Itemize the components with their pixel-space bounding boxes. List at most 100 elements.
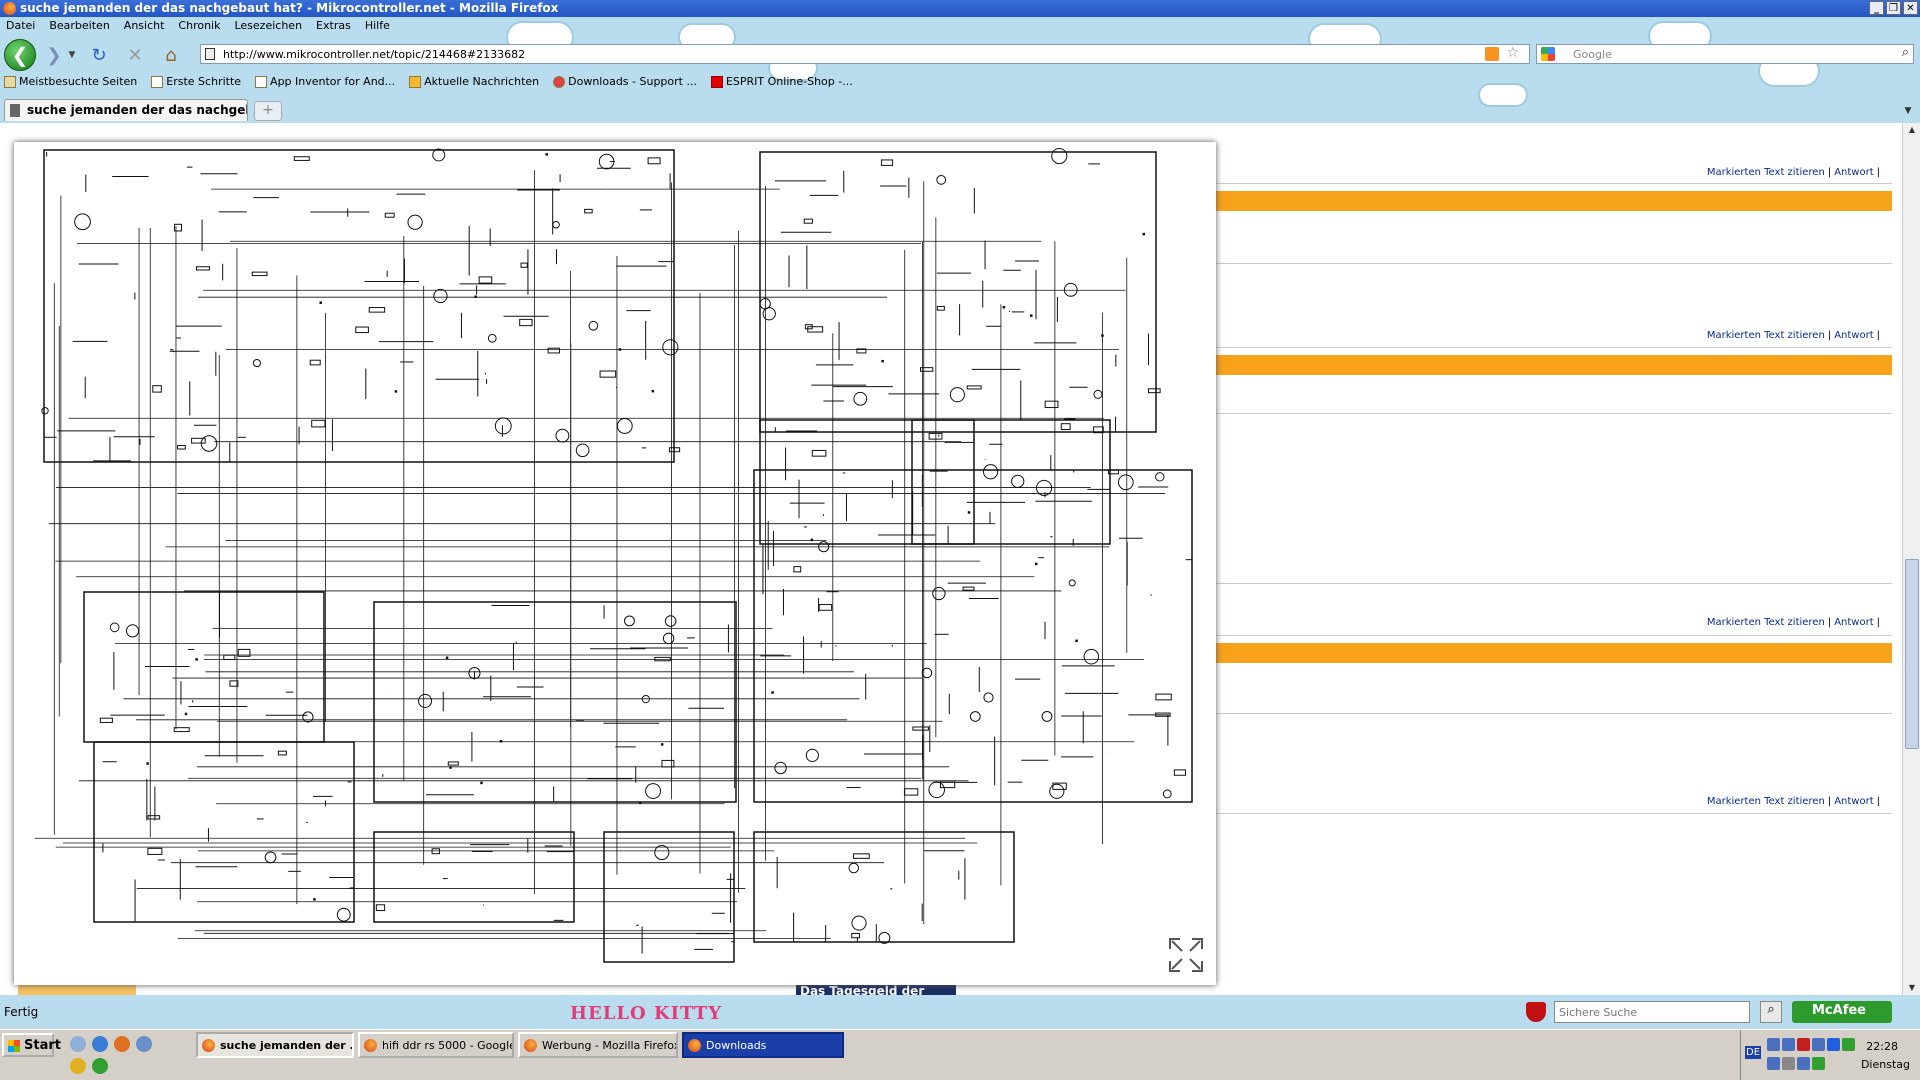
- start-button[interactable]: Start: [2, 1033, 61, 1057]
- firefox-icon: [688, 1039, 701, 1052]
- quicklaunch-icon[interactable]: [92, 1058, 108, 1074]
- reload-icon[interactable]: ↻: [86, 42, 112, 68]
- menu-hilfe[interactable]: Hilfe: [363, 19, 392, 32]
- page-identity-icon[interactable]: [205, 48, 215, 60]
- menu-bearbeiten[interactable]: Bearbeiten: [47, 19, 111, 32]
- all-tabs-dropdown-icon[interactable]: ▼: [1900, 103, 1916, 119]
- bookmark-item[interactable]: Downloads - Support ...: [553, 75, 697, 88]
- divider: |: [1827, 796, 1832, 807]
- circuit-schematic-image: [34, 147, 1193, 963]
- quote-link[interactable]: Markierten Text zitieren: [1707, 167, 1825, 178]
- quote-link[interactable]: Markierten Text zitieren: [1707, 330, 1825, 341]
- esprit-icon: [710, 75, 723, 88]
- taskbar-item-google[interactable]: hifi ddr rs 5000 - Google-...: [358, 1032, 514, 1058]
- fullscreen-icon[interactable]: [1168, 937, 1204, 973]
- post-divider: [1216, 583, 1892, 584]
- tray-icon[interactable]: [1797, 1038, 1810, 1051]
- reply-link[interactable]: Antwort: [1834, 617, 1873, 628]
- post-divider: [1216, 413, 1892, 414]
- ie-icon[interactable]: [92, 1036, 108, 1052]
- scroll-up-icon[interactable]: ▲: [1905, 123, 1919, 137]
- reply-link[interactable]: Antwort: [1834, 330, 1873, 341]
- tray-icons: [1767, 1038, 1857, 1074]
- maximize-button[interactable]: ❐: [1886, 1, 1901, 15]
- google-engine-icon[interactable]: [1541, 47, 1555, 61]
- theme-logo: HELLO KITTY: [570, 1003, 723, 1024]
- scrollbar-thumb[interactable]: [1905, 559, 1919, 749]
- stop-icon[interactable]: ✕: [122, 42, 148, 68]
- page-icon: [151, 75, 164, 88]
- favicon: [10, 104, 20, 117]
- windows-taskbar: Start suche jemanden der ... hifi ddr rs…: [0, 1029, 1920, 1080]
- bookmark-item[interactable]: App Inventor for And...: [255, 75, 395, 88]
- firefox-icon: [364, 1039, 377, 1052]
- scroll-down-icon[interactable]: ▼: [1905, 981, 1919, 995]
- divider: |: [1827, 617, 1832, 628]
- quote-link[interactable]: Markierten Text zitieren: [1707, 617, 1825, 628]
- windows-logo-icon: [8, 1040, 20, 1052]
- mcafee-button[interactable]: McAfee: [1792, 1001, 1892, 1023]
- back-button[interactable]: ❮: [4, 39, 36, 71]
- forward-button[interactable]: ❯: [40, 42, 68, 68]
- tray-icon[interactable]: [1812, 1057, 1825, 1070]
- quicklaunch-icon[interactable]: [70, 1058, 86, 1074]
- post-divider: [1216, 347, 1892, 348]
- web-search-box[interactable]: Google ⌕: [1536, 44, 1914, 64]
- bookmark-item[interactable]: Erste Schritte: [151, 75, 241, 88]
- bluetooth-icon[interactable]: [1827, 1038, 1840, 1051]
- url-bar[interactable]: http://www.mikrocontroller.net/topic/214…: [200, 44, 1530, 64]
- rss-feed-icon[interactable]: [1485, 47, 1499, 61]
- home-icon[interactable]: ⌂: [158, 42, 184, 68]
- quote-link[interactable]: Markierten Text zitieren: [1707, 796, 1825, 807]
- show-desktop-icon[interactable]: [70, 1036, 86, 1052]
- taskbar-item-forum[interactable]: suche jemanden der ...: [196, 1032, 354, 1058]
- post-divider: [1216, 713, 1892, 714]
- taskbar-item-werbung[interactable]: Werbung - Mozilla Firefox: [518, 1032, 678, 1058]
- tray-icon[interactable]: [1812, 1038, 1825, 1051]
- task-label: Werbung - Mozilla Firefox: [542, 1039, 678, 1052]
- menu-extras[interactable]: Extras: [314, 19, 353, 32]
- volume-icon[interactable]: [1782, 1057, 1795, 1070]
- bookmark-item[interactable]: ESPRIT Online-Shop -...: [710, 75, 853, 88]
- reply-link[interactable]: Antwort: [1834, 796, 1873, 807]
- bookmark-item[interactable]: Meistbesuchte Seiten: [4, 75, 137, 88]
- post-actions: Markierten Text zitieren | Antwort |: [1707, 796, 1883, 807]
- bookmark-star-icon[interactable]: ☆: [1506, 45, 1519, 61]
- taskbar-item-downloads[interactable]: Downloads: [682, 1032, 844, 1058]
- task-label: suche jemanden der ...: [220, 1039, 354, 1052]
- bookmarks-toolbar: Meistbesuchte Seiten Erste Schritte App …: [4, 75, 853, 88]
- close-window-button[interactable]: ✕: [1903, 1, 1918, 15]
- tray-icon[interactable]: [1767, 1057, 1780, 1070]
- safe-search-input[interactable]: Sichere Suche: [1554, 1001, 1750, 1023]
- tray-icon[interactable]: [1797, 1057, 1810, 1070]
- new-tab-button[interactable]: +: [254, 101, 282, 121]
- menu-lesezeichen[interactable]: Lesezeichen: [232, 19, 304, 32]
- bookmark-item[interactable]: Aktuelle Nachrichten: [409, 75, 539, 88]
- tray-icon[interactable]: [1767, 1038, 1780, 1051]
- rss-feed-icon: [409, 75, 422, 88]
- safe-search-go-icon[interactable]: ⌕: [1760, 1001, 1782, 1023]
- window-title: suche jemanden der das nachgebaut hat? -…: [20, 1, 559, 15]
- menu-chronik[interactable]: Chronik: [176, 19, 222, 32]
- menu-bar: Datei Bearbeiten Ansicht Chronik Lesezei…: [4, 19, 392, 32]
- tray-icon[interactable]: [1842, 1038, 1855, 1051]
- quicklaunch-icon[interactable]: [136, 1036, 152, 1052]
- mcafee-shield-icon[interactable]: [1526, 1002, 1546, 1022]
- bookmark-icon: [4, 75, 16, 88]
- minimize-button[interactable]: _: [1869, 1, 1884, 15]
- schematic-image-viewer[interactable]: [14, 142, 1216, 985]
- clock-time[interactable]: 22:28: [1866, 1040, 1898, 1053]
- menu-ansicht[interactable]: Ansicht: [122, 19, 167, 32]
- post-header-bar: [1216, 191, 1892, 211]
- language-indicator[interactable]: DE: [1745, 1046, 1762, 1059]
- clock-day: Dienstag: [1860, 1058, 1910, 1071]
- reply-link[interactable]: Antwort: [1834, 167, 1873, 178]
- menu-datei[interactable]: Datei: [4, 19, 37, 32]
- post-header-bar: [1216, 643, 1892, 663]
- page-scrollbar[interactable]: ▲ ▼: [1902, 123, 1920, 995]
- firefox-icon[interactable]: [114, 1036, 130, 1052]
- search-icon[interactable]: ⌕: [1902, 45, 1909, 60]
- tab-forum-thread[interactable]: suche jemanden der das nachgebau...: [4, 99, 248, 121]
- history-dropdown-icon[interactable]: ▼: [66, 42, 78, 68]
- tray-icon[interactable]: [1782, 1038, 1795, 1051]
